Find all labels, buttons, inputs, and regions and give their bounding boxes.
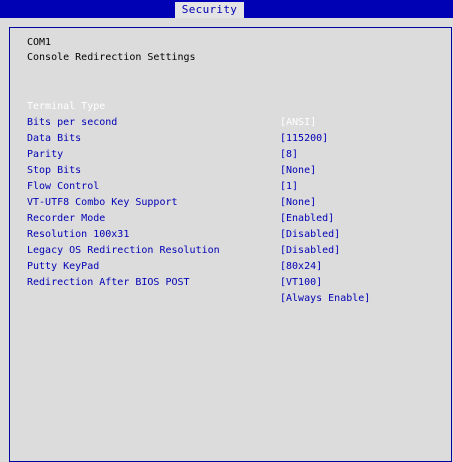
setting-row-parity[interactable]: Parity [None] [10,131,453,176]
setting-row-resolution-100x31[interactable]: Resolution 100x31 [Disabled] [10,211,453,256]
port-title: COM1 [27,37,52,48]
setting-label: Redirection After BIOS POST [27,277,190,288]
setting-value[interactable]: [VT100] [280,275,322,291]
bios-setup-screen: Security COM1 Console Redirection Settin… [0,0,453,462]
settings-panel: COM1 Console Redirection Settings Termin… [9,27,452,462]
setting-row-stop-bits[interactable]: Stop Bits [1] [10,147,453,192]
setting-row-bits-per-second[interactable]: Bits per second [115200] [10,99,453,144]
setting-row-legacy-os-redirection-resolution[interactable]: Legacy OS Redirection Resolution [80x24] [10,227,453,272]
setting-row-redirection-after-bios-post[interactable]: Redirection After BIOS POST [Always Enab… [10,259,453,304]
setting-row-vt-utf8-combo-key-support[interactable]: VT-UTF8 Combo Key Support [Enabled] [10,179,453,224]
top-menu-bar: Security [0,0,453,18]
setting-row-putty-keypad[interactable]: Putty KeyPad [VT100] [10,243,453,288]
tab-security[interactable]: Security [175,2,244,18]
setting-row-flow-control[interactable]: Flow Control [None] [10,163,453,208]
setting-row-data-bits[interactable]: Data Bits [8] [10,115,453,160]
setting-value[interactable]: [Always Enable] [280,291,370,307]
setting-row-recorder-mode[interactable]: Recorder Mode [Disabled] [10,195,453,240]
section-title: Console Redirection Settings [27,52,196,63]
setting-row-terminal-type[interactable]: Terminal Type [ANSI] [10,83,453,128]
